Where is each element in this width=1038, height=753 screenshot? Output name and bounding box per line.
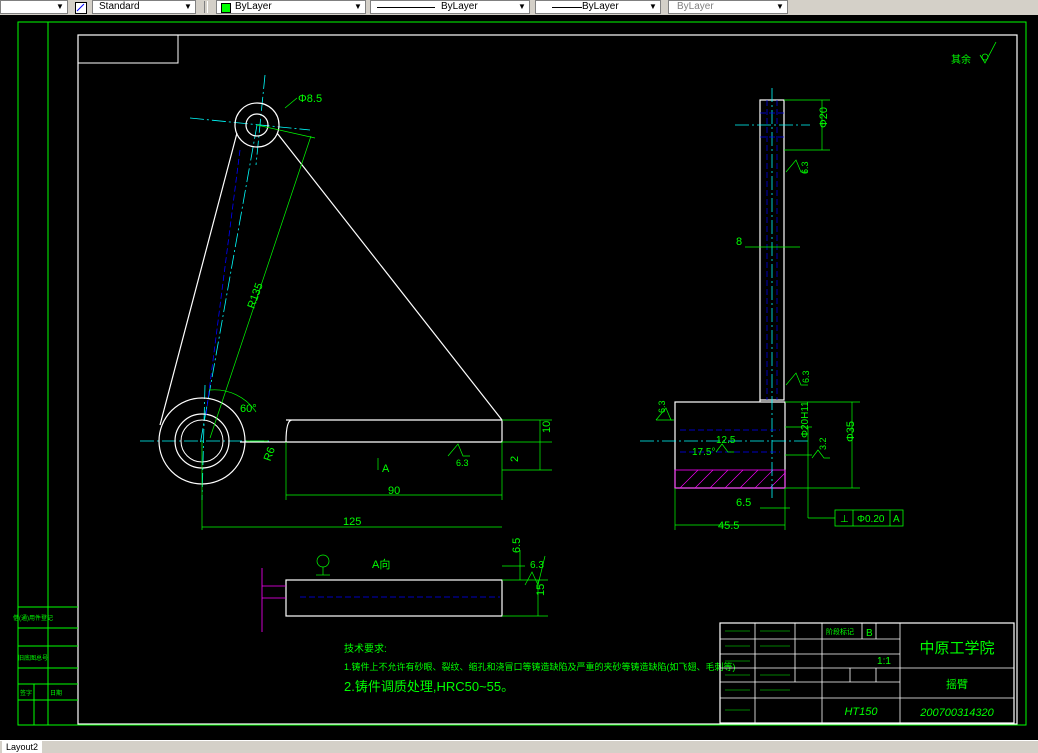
tolerance-symbol: ⊥ [840,514,849,525]
material: HT150 [844,706,878,718]
sheet-label: 阶段标记 [826,627,854,636]
chevron-down-icon[interactable]: ▼ [773,1,787,13]
chevron-down-icon[interactable]: ▼ [181,1,195,13]
text-style-icon[interactable] [75,1,87,14]
left-strip-label-c: 签字 [20,689,32,697]
lineweight-sample [552,7,582,8]
other-mark-label: 其余 [951,53,971,66]
chevron-down-icon[interactable]: ▼ [351,1,365,13]
part-name: 摇臂 [946,677,968,691]
school-name: 中原工学院 [919,639,994,657]
tab-layout2[interactable]: Layout2 [2,741,43,753]
tolerance-datum: A [893,514,900,525]
properties-toolbar: ▼ Standard ▼ ByLayer ▼ ByLayer ▼ ByLayer… [0,0,1038,16]
chevron-down-icon[interactable]: ▼ [53,1,67,13]
dim-15: 15 [535,584,547,596]
linetype-value: ByLayer [441,1,478,12]
dim-10: 10 [541,421,553,433]
view-marker-a: A [382,463,390,475]
layout-tab-bar: Layout2 [0,740,1038,753]
dim-phi20h11: Φ20H11 [800,401,811,438]
canvas-background [0,15,1038,740]
scale: 1:1 [877,656,891,667]
dim-125: 125 [343,516,361,528]
left-strip-label-d: 日期 [50,689,62,697]
dim-90: 90 [388,485,400,497]
tolerance-value: Φ0.20 [857,514,885,525]
dim-phi20: Φ20 [818,107,830,128]
chevron-down-icon[interactable]: ▼ [646,1,660,13]
dim-8: 8 [736,236,742,248]
notes-line2: 2.铸件调质处理,HRC50~55。 [344,679,514,694]
dim-45-5: 45.5 [718,520,739,532]
notes-line1: 1.铸件上不允许有砂眼、裂纹、缩孔和浇冒口等铸造缺陷及严重的夹砂等铸造缺陷(如飞… [344,661,736,672]
lineweight-select[interactable]: ByLayer ▼ [535,0,661,14]
toolbar-separator [204,1,208,13]
drawing-canvas[interactable]: 借(通)用件登记 旧底图总号 签字 日期 Φ8.5 R135 60° R6 90… [0,15,1038,740]
text-style-select[interactable]: Standard ▼ [92,0,196,14]
layer-color-select[interactable]: ByLayer ▼ [216,0,366,14]
rough-view-a: 6.3 [530,560,544,571]
notes-title: 技术要求: [344,642,387,655]
dim-12-5: 12.5 [716,435,736,446]
rough-side-mid: 6.3 [801,370,811,383]
plot-style-select[interactable]: ByLayer ▼ [668,0,788,14]
previous-combo[interactable]: ▼ [0,0,68,14]
drawing-number: 200700314320 [919,707,994,719]
dim-angle: 60° [240,403,257,415]
dim-phi35: Φ35 [845,421,857,442]
rough-side-top: 6.3 [800,161,810,174]
chevron-down-icon[interactable]: ▼ [515,1,529,13]
dim-6-5b: 6.5 [511,538,523,553]
view-a-label: A向 [372,557,390,571]
dim-2: 2 [509,456,521,462]
dim-ang-17-5: 17.5° [692,447,715,458]
text-style-value: Standard [99,1,140,12]
rough-front: 6.3 [456,458,469,468]
rough-side-32: 3.2 [818,437,828,450]
linetype-sample [377,7,435,8]
dim-6-5: 6.5 [736,497,751,509]
left-strip-label-b: 旧底图总号 [18,654,48,662]
plot-style-value: ByLayer [677,1,714,12]
dim-phi-small: Φ8.5 [298,93,322,105]
lineweight-value: ByLayer [582,1,619,12]
rough-side-left: 6.3 [657,400,667,413]
layer-value: ByLayer [235,1,272,12]
grade: B [866,628,873,639]
left-strip-label-a: 借(通)用件登记 [13,614,53,622]
color-swatch-icon [221,3,231,13]
linetype-select[interactable]: ByLayer ▼ [370,0,530,14]
